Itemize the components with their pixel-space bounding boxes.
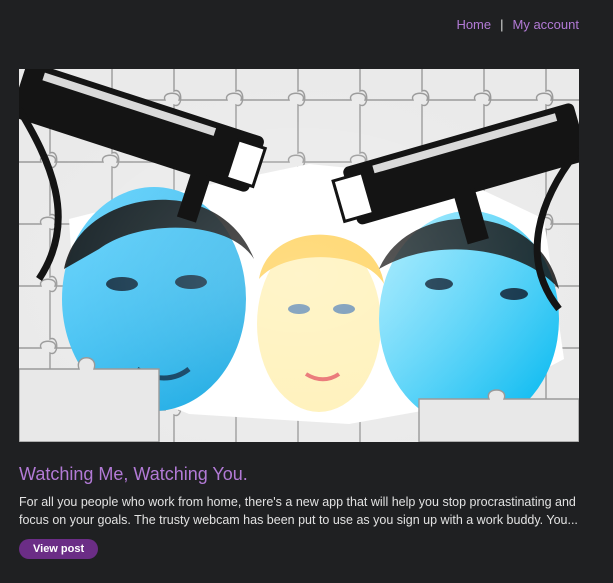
surveillance-puzzle-image xyxy=(19,69,579,442)
view-post-button[interactable]: View post xyxy=(19,539,99,559)
nav-separator: | xyxy=(500,17,504,32)
nav-home-link[interactable]: Home xyxy=(456,17,491,32)
post-title-link[interactable]: Watching Me, Watching You. xyxy=(19,464,579,485)
nav-my-account-link[interactable]: My account xyxy=(513,17,579,32)
blog-post: Watching Me, Watching You. For all you p… xyxy=(19,69,579,559)
post-excerpt: For all you people who work from home, t… xyxy=(19,495,578,527)
post-featured-image[interactable] xyxy=(19,69,579,442)
top-navigation: Home | My account xyxy=(456,17,579,32)
